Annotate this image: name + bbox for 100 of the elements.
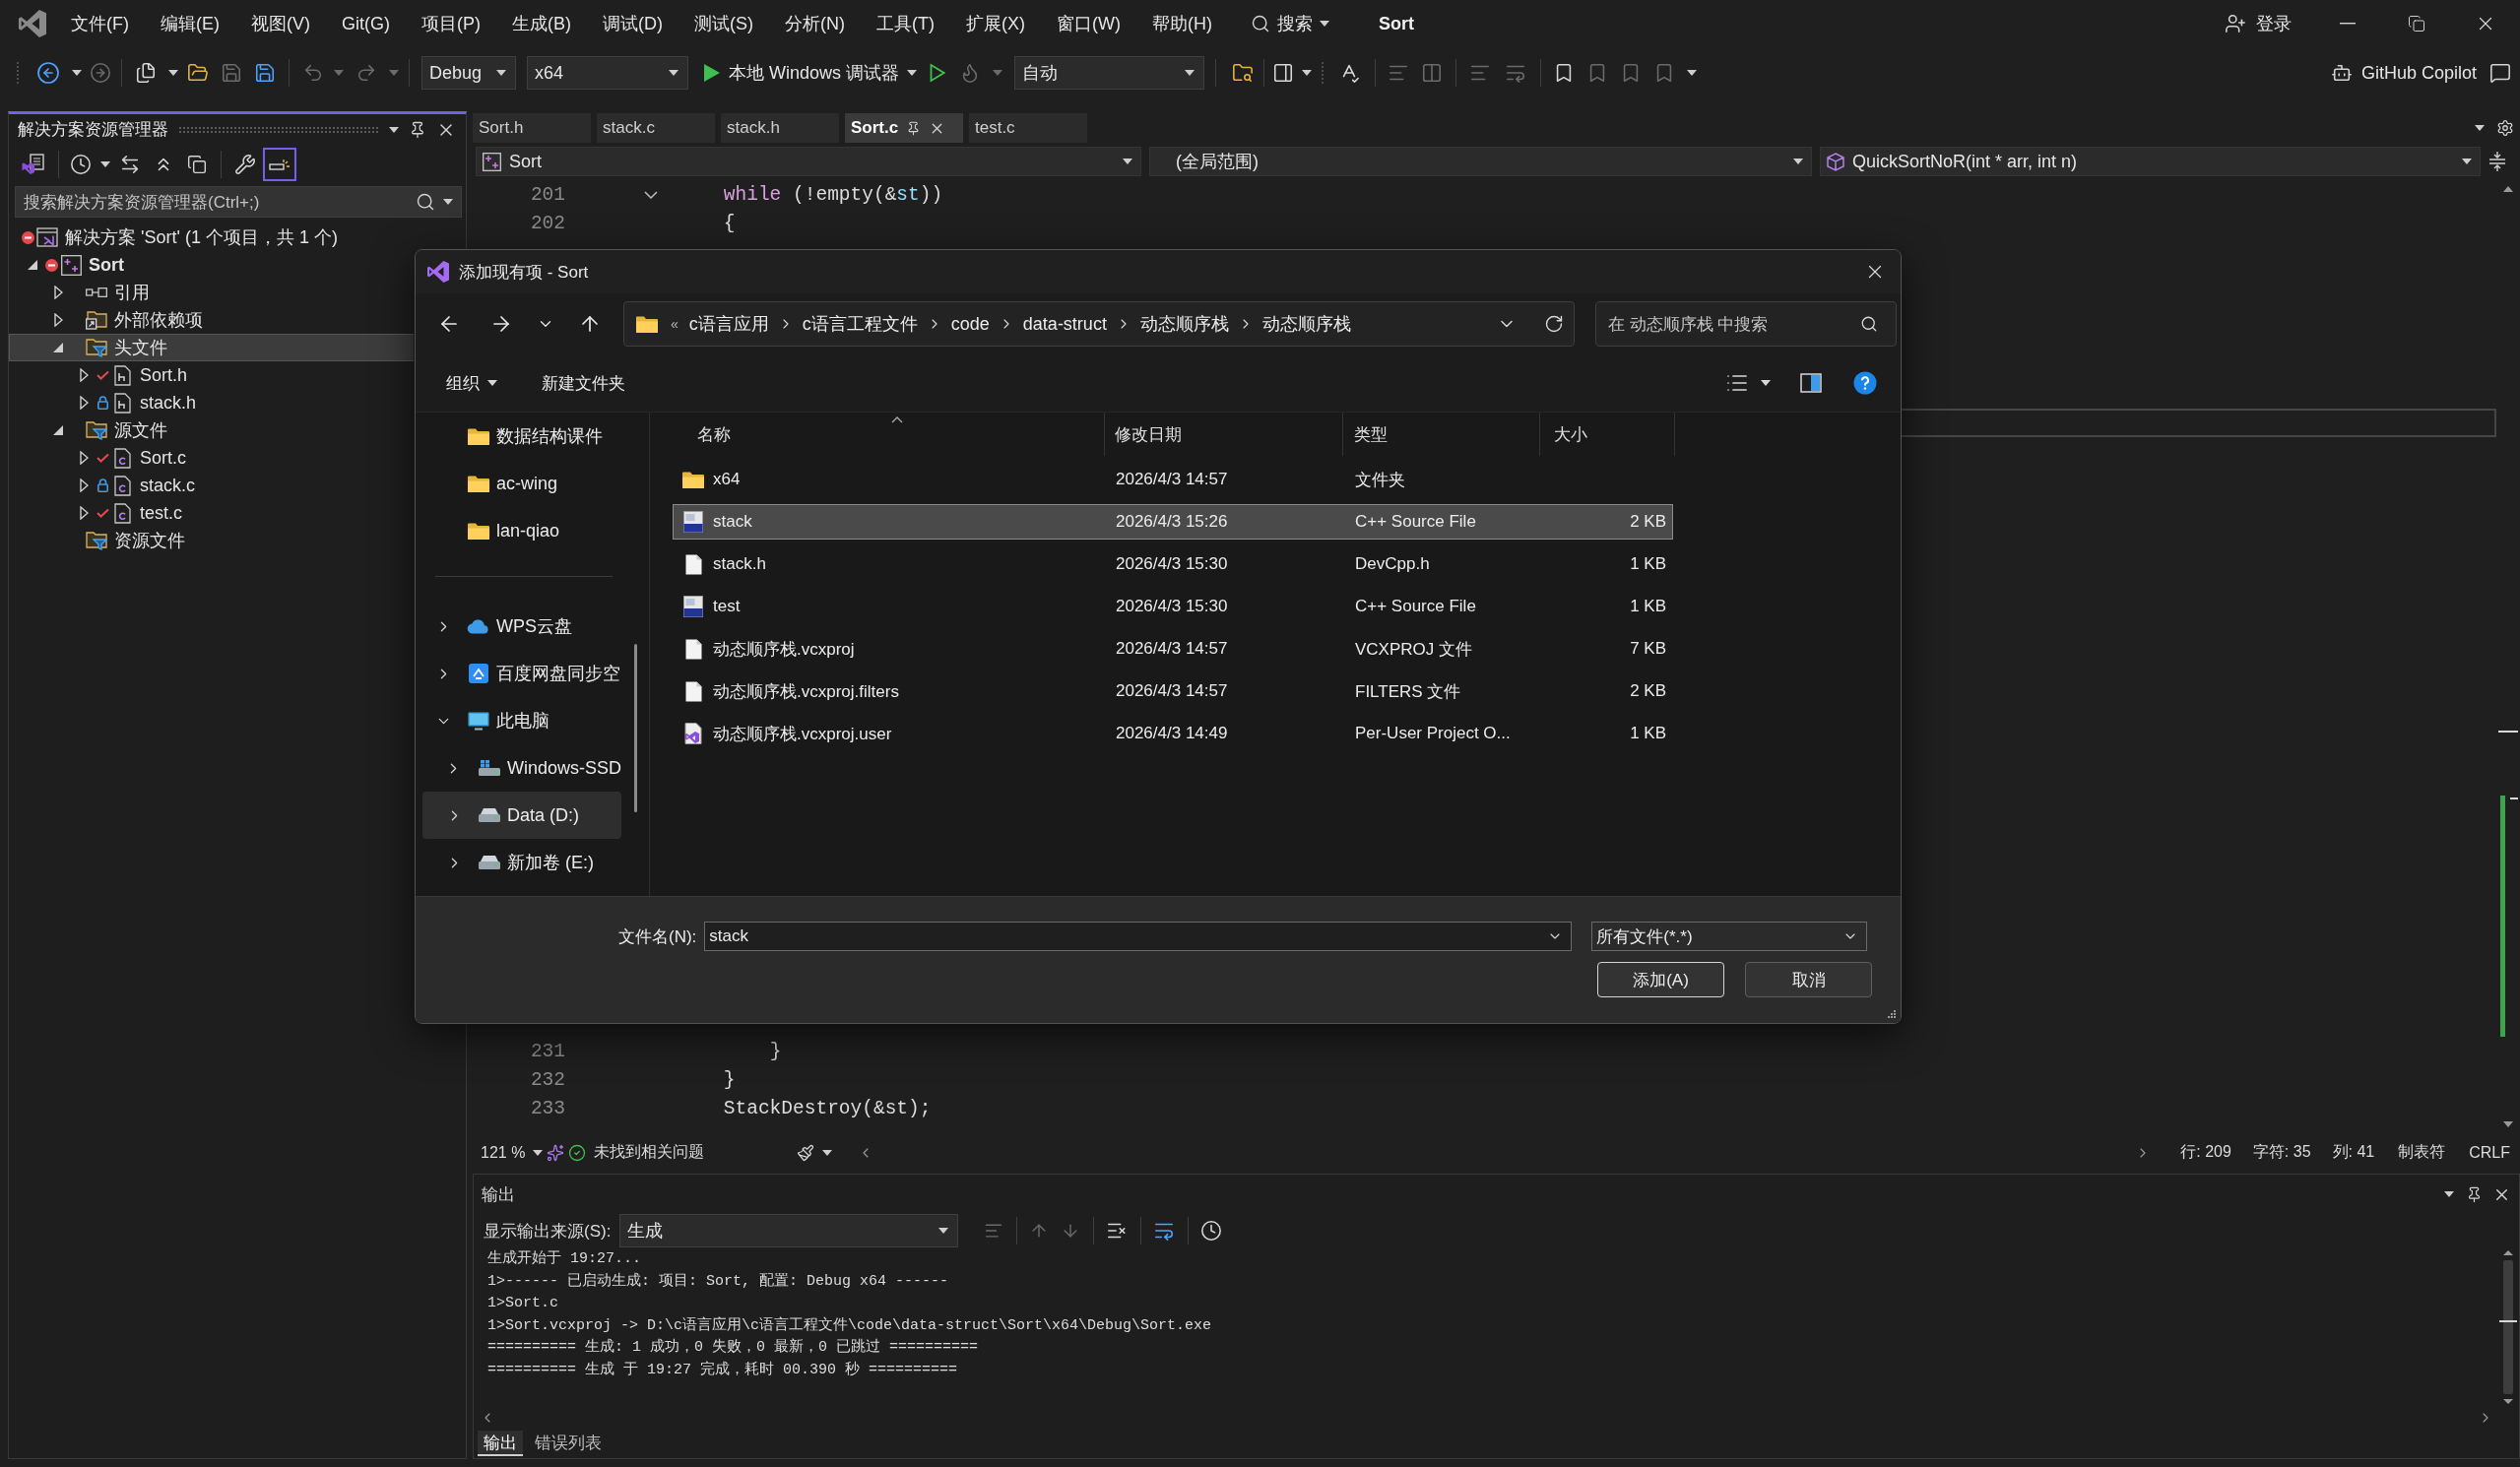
caret-icon[interactable]	[389, 126, 399, 133]
file-row[interactable]: 动态顺序栈.vcxproj.user 2026/4/3 14:49 Per-User Project O... 1 KB	[673, 716, 1673, 751]
tree-item[interactable]: stack.c	[9, 472, 414, 499]
menu-item[interactable]: 调试(D)	[588, 7, 678, 40]
copy-icon[interactable]	[187, 155, 207, 174]
menu-item[interactable]: 扩展(X)	[950, 7, 1040, 40]
panel-tab[interactable]: 错误列表	[529, 1431, 608, 1456]
menu-item[interactable]: 分析(N)	[770, 7, 860, 40]
pin-icon[interactable]	[2466, 1185, 2483, 1203]
back-icon[interactable]	[36, 61, 60, 85]
tree-item[interactable]: Sort.c	[9, 444, 414, 472]
caret-icon[interactable]	[2475, 125, 2485, 131]
file-type-dropdown[interactable]: 所有文件(*.*)	[1591, 922, 1868, 951]
menu-item[interactable]: 编辑(E)	[146, 7, 234, 40]
tree-arrow-icon[interactable]	[53, 425, 63, 435]
tree-arrow-icon[interactable]	[79, 478, 89, 492]
navigation-item[interactable]: lan-qiao	[422, 507, 621, 554]
save-all-icon[interactable]	[254, 62, 276, 84]
dialog-button[interactable]: 取消	[1745, 962, 1872, 997]
sparkle-icon[interactable]	[547, 1143, 565, 1162]
line-ending[interactable]: CRLF	[2469, 1143, 2510, 1162]
breadcrumb-item[interactable]: c语言应用	[685, 307, 772, 341]
menu-item[interactable]: 工具(T)	[862, 7, 949, 40]
text-lines-icon[interactable]	[984, 1221, 1004, 1241]
indent-mode[interactable]: 制表符	[2398, 1142, 2446, 1163]
file-row[interactable]: 动态顺序栈.vcxproj.filters 2026/4/3 14:57 FILTERS 文件 2 KB	[673, 673, 1673, 709]
scope-dropdown[interactable]: (全局范围)	[1149, 147, 1812, 176]
save-icon[interactable]	[221, 62, 242, 84]
swap-arrows-icon[interactable]	[119, 154, 141, 175]
editor-tab[interactable]: test.c	[969, 113, 1087, 143]
cursor-character[interactable]: 字符: 35	[2252, 1142, 2311, 1163]
tree-arrow-icon[interactable]	[79, 396, 89, 410]
navigation-item[interactable]: 百度网盘同步空	[422, 650, 621, 697]
caret-icon[interactable]	[100, 161, 110, 167]
files-icon[interactable]	[135, 62, 157, 84]
navigation-item[interactable]: Windows-SSD	[422, 744, 621, 792]
open-folder-icon[interactable]	[187, 62, 209, 84]
output-source-dropdown[interactable]: 生成	[619, 1214, 959, 1247]
zoom-dropdown[interactable]: 121 %	[477, 1140, 548, 1165]
menu-item[interactable]: 测试(S)	[679, 7, 768, 40]
breadcrumb-item[interactable]: 动态顺序栈	[1136, 307, 1232, 341]
menu-item[interactable]: 帮助(H)	[1136, 7, 1227, 40]
clock-icon[interactable]	[70, 154, 92, 175]
editor-tab[interactable]: Sort.h	[473, 113, 591, 143]
tree-item[interactable]: Sort	[9, 251, 414, 279]
navigation-item[interactable]: 数据结构课件	[422, 413, 621, 460]
document-logo-icon[interactable]	[22, 154, 45, 175]
brush-icon[interactable]	[797, 1143, 815, 1162]
tree-arrow-icon[interactable]	[79, 506, 89, 520]
forward-icon[interactable]	[90, 62, 111, 84]
organize-button[interactable]: 组织	[436, 363, 507, 403]
tree-item[interactable]: 引用	[9, 279, 414, 306]
tree-item[interactable]: 头文件	[9, 334, 414, 361]
copilot-button[interactable]: GitHub Copilot	[2326, 56, 2481, 90]
editor-tab[interactable]: stack.c	[597, 113, 715, 143]
speech-bubble-icon[interactable]	[2489, 62, 2511, 84]
file-name-field[interactable]: stack	[704, 922, 1573, 951]
breadcrumb-item[interactable]: c语言工程文件	[799, 307, 921, 341]
pin-icon[interactable]	[906, 120, 922, 136]
menu-item[interactable]: 项目(P)	[407, 7, 495, 40]
navigation-item[interactable]: 新加卷 (E:)	[422, 839, 621, 886]
navigation-item[interactable]: 此电脑	[422, 697, 621, 744]
search-field[interactable]: 在 动态顺序栈 中搜索	[1595, 301, 1897, 347]
column-header[interactable]: 修改日期	[1105, 413, 1343, 456]
menu-item[interactable]: Git(G)	[327, 7, 405, 40]
dialog-button[interactable]: 添加(A)	[1597, 962, 1724, 997]
columns-icon[interactable]	[1421, 62, 1444, 84]
file-row[interactable]: x64 2026/4/3 14:57 文件夹	[673, 462, 1673, 497]
refresh-icon[interactable]	[1544, 314, 1564, 334]
navigation-item[interactable]: Data (D:)	[422, 792, 621, 839]
caret-icon[interactable]	[2444, 1191, 2454, 1197]
menu-item[interactable]: 窗口(W)	[1041, 7, 1135, 40]
new-folder-button[interactable]: 新建文件夹	[532, 363, 635, 403]
tree-item[interactable]: 资源文件	[9, 527, 414, 554]
editor-tab[interactable]: Sort.c	[845, 113, 963, 143]
settings-icon[interactable]	[2496, 119, 2514, 137]
caret-icon[interactable]	[1687, 70, 1698, 76]
file-row[interactable]: test 2026/4/3 15:30 C++ Source File 1 KB	[673, 589, 1673, 624]
tree-arrow-icon[interactable]	[79, 451, 89, 465]
caret-icon[interactable]	[72, 70, 82, 76]
help-icon[interactable]	[1853, 371, 1877, 395]
navigation-item[interactable]: WPS云盘	[422, 603, 621, 650]
scrollbar-thumb[interactable]	[634, 644, 637, 812]
tree-arrow-icon[interactable]	[79, 368, 89, 382]
column-header[interactable]: 类型	[1343, 413, 1540, 456]
collapse-icon[interactable]	[644, 190, 658, 199]
menu-item[interactable]: 文件(F)	[56, 7, 144, 40]
column-header[interactable]: 大小	[1540, 413, 1675, 456]
tree-arrow-icon[interactable]	[53, 313, 63, 327]
pin-icon[interactable]	[409, 120, 426, 139]
tree-item[interactable]: stack.h	[9, 389, 414, 416]
play-outline-icon[interactable]	[930, 63, 946, 83]
preview-pane-icon[interactable]	[1800, 373, 1822, 393]
tree-arrow-icon[interactable]	[53, 286, 63, 299]
clock-icon[interactable]	[1200, 1220, 1223, 1242]
configuration-dropdown[interactable]: Debug	[421, 56, 516, 90]
overflow-marker[interactable]: «	[671, 316, 678, 332]
address-bar[interactable]: « c语言应用 c语言工程文件 code data-struct 动态顺序栈 动态顺序栈	[623, 301, 1575, 347]
preview-toggle[interactable]	[263, 148, 296, 181]
tree-item[interactable]: test.c	[9, 499, 414, 527]
